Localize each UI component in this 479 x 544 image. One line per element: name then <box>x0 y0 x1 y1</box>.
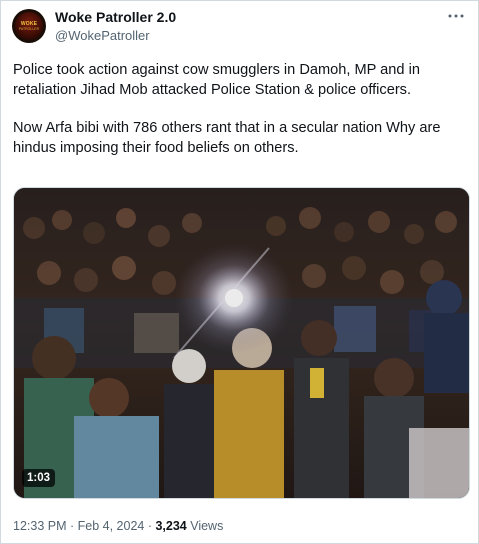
author-name[interactable]: Woke Patroller 2.0 <box>55 9 176 25</box>
tweet-metadata: 12:33 PM · Feb 4, 2024 · 3,234 Views <box>13 519 223 533</box>
tweet-paragraph: Now Arfa bibi with 786 others rant that … <box>13 120 441 156</box>
views-count: 3,234 <box>155 519 187 533</box>
video-frame <box>14 188 469 498</box>
separator: · <box>66 519 78 533</box>
more-options-button[interactable] <box>446 7 466 25</box>
video-duration-badge: 1:03 <box>22 469 56 487</box>
author-handle[interactable]: @WokePatroller <box>55 28 150 43</box>
separator: · <box>144 519 156 533</box>
more-horizontal-icon <box>448 14 464 18</box>
avatar[interactable]: WOKE PATROLLER <box>12 9 46 43</box>
tweet-paragraph: Police took action against cow smugglers… <box>13 62 420 98</box>
avatar-logo: WOKE PATROLLER <box>15 12 43 40</box>
tweet-text: Police took action against cow smugglers… <box>13 61 468 177</box>
tweet-card: WOKE PATROLLER Woke Patroller 2.0 @WokeP… <box>0 0 479 544</box>
views-label: Views <box>186 519 224 533</box>
video-player[interactable]: 1:03 <box>13 187 470 499</box>
avatar-logo-subtext: PATROLLER <box>18 26 40 31</box>
tweet-time[interactable]: 12:33 PM <box>13 519 67 533</box>
tweet-date[interactable]: Feb 4, 2024 <box>78 519 145 533</box>
